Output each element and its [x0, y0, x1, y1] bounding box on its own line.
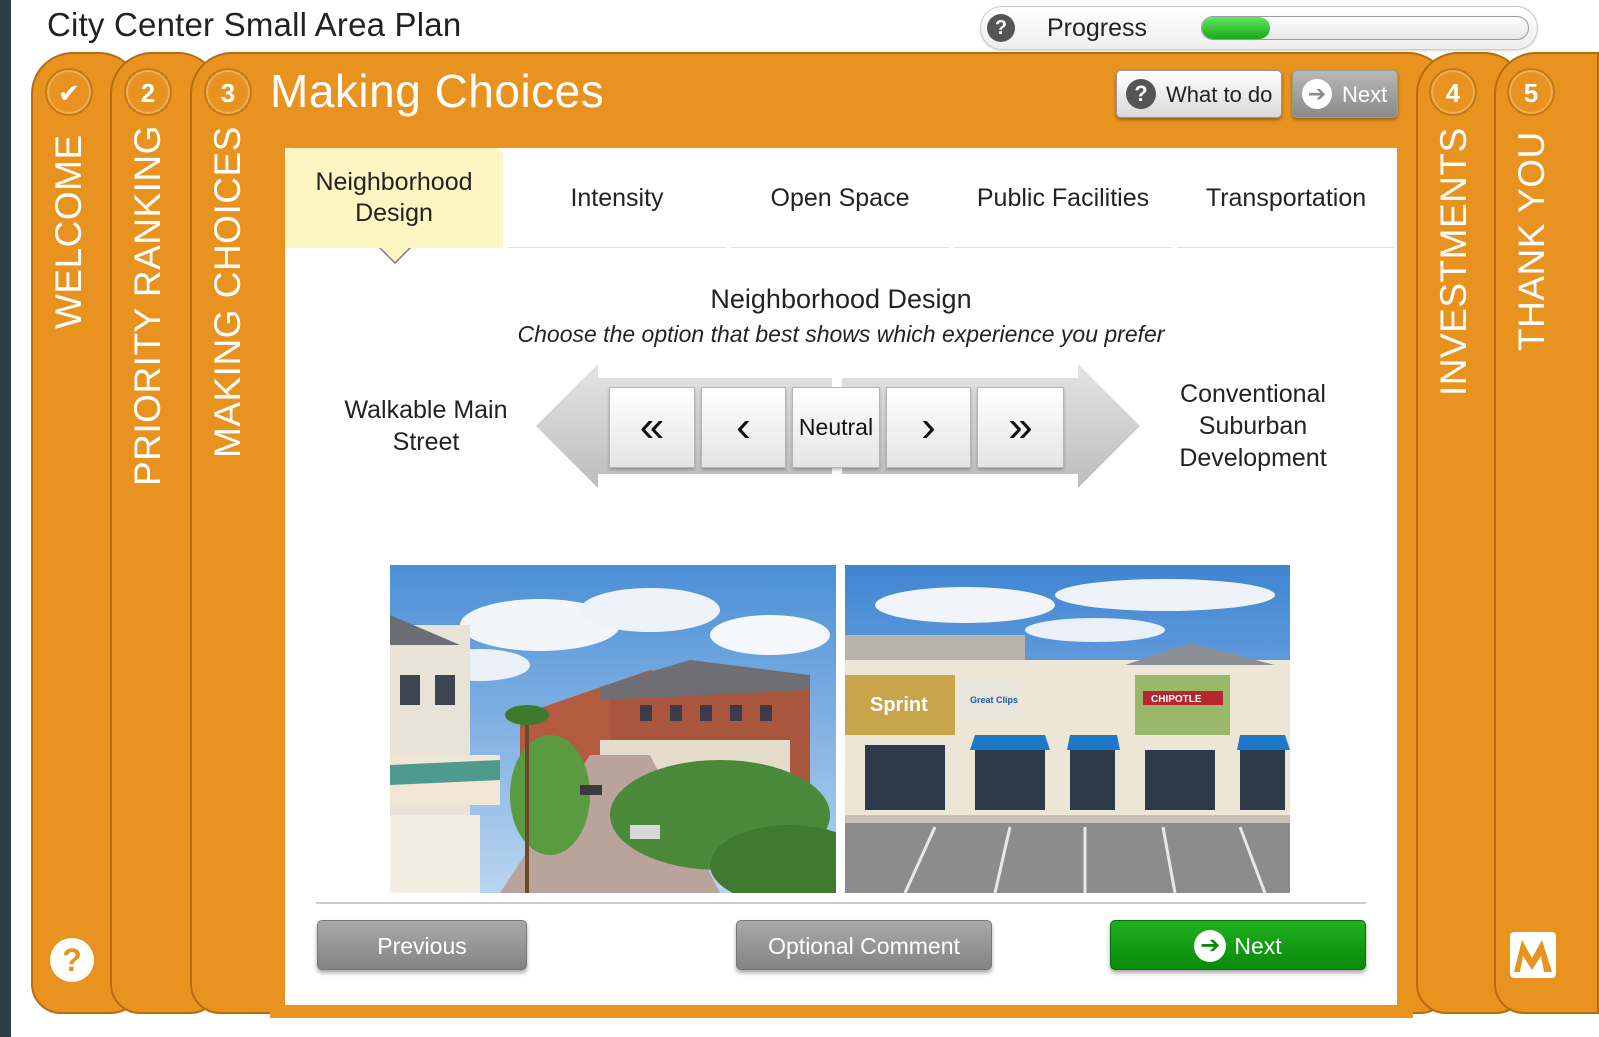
active-tab-pointer: [381, 248, 409, 262]
help-icon[interactable]: ?: [987, 14, 1015, 42]
tab-label: Intensity: [570, 183, 664, 212]
step-label-investments: INVESTMENTS: [1433, 127, 1474, 396]
header-next-button[interactable]: ➔ Next: [1292, 70, 1398, 118]
header-next-label: Next: [1342, 82, 1388, 107]
arrow-right-icon: ➔: [1194, 929, 1227, 962]
next-button-label: Next: [1234, 933, 1282, 959]
optional-comment-button[interactable]: Optional Comment: [736, 920, 992, 970]
step-label-making-choices: MAKING CHOICES: [207, 126, 248, 458]
tab-label: Public Facilities: [976, 183, 1150, 212]
step-number: 2: [124, 68, 172, 116]
app-title: City Center Small Area Plan: [47, 6, 462, 43]
step-label-welcome: WELCOME: [48, 134, 89, 329]
help-icon: ?: [1126, 79, 1156, 109]
left-option-label: Walkable Main Street: [344, 396, 508, 456]
tab-label: Transportation: [1205, 183, 1367, 212]
sign-sprint: Sprint: [870, 694, 928, 716]
checkmark-icon: ✔: [45, 68, 93, 116]
progress-track: [1201, 16, 1529, 40]
arrow-right-icon: ➔: [1302, 79, 1332, 109]
right-option-label: Conventional Suburban Development: [1179, 380, 1327, 472]
neutral-button[interactable]: Neutral: [792, 387, 880, 468]
tab-neighborhood-design[interactable]: Neighborhood Design: [285, 148, 503, 248]
divider: [316, 902, 1366, 904]
brand-logo-icon[interactable]: [1508, 930, 1558, 980]
page-title: Making Choices: [270, 65, 605, 117]
conventional-suburban-photo: Sprint Great Clips CHIPOTLE: [845, 565, 1290, 893]
sign-great-clips: Great Clips: [970, 695, 1018, 705]
tab-label: Open Space: [770, 183, 910, 212]
step-label-thank-you: THANK YOU: [1511, 131, 1552, 351]
question-subtitle: Choose the option that best shows which …: [517, 321, 1165, 347]
window-edge: [0, 0, 11, 1037]
right-button[interactable]: ›: [886, 387, 971, 468]
walkable-main-street-photo: [390, 565, 836, 893]
step-number: 3: [204, 68, 252, 116]
step-panel-thank-you[interactable]: 5 THANK YOU: [1494, 52, 1599, 1014]
previous-button[interactable]: Previous: [317, 920, 527, 970]
what-to-do-label: What to do: [1166, 82, 1273, 107]
progress-label: Progress: [1047, 14, 1148, 42]
sign-chipotle: CHIPOTLE: [1151, 694, 1202, 705]
step-number: 5: [1507, 68, 1555, 116]
progress-fill: [1202, 17, 1271, 39]
tab-public-facilities[interactable]: Public Facilities: [954, 148, 1172, 248]
tab-open-space[interactable]: Open Space: [731, 148, 949, 248]
tab-label: Neighborhood Design: [315, 168, 473, 227]
next-button[interactable]: ➔ Next: [1110, 920, 1366, 970]
help-icon[interactable]: ?: [50, 938, 94, 982]
tab-intensity[interactable]: Intensity: [508, 148, 726, 248]
tab-transportation[interactable]: Transportation: [1177, 148, 1395, 248]
left-button[interactable]: ‹: [701, 387, 786, 468]
step-label-priority-ranking: PRIORITY RANKING: [127, 125, 168, 486]
what-to-do-button[interactable]: ? What to do: [1116, 70, 1282, 118]
strongly-left-button[interactable]: «: [609, 387, 695, 468]
question-title: Neighborhood Design: [710, 284, 972, 314]
progress-bar-container: ? Progress: [980, 6, 1538, 50]
strongly-right-button[interactable]: »: [977, 387, 1064, 468]
step-number: 4: [1429, 68, 1477, 116]
